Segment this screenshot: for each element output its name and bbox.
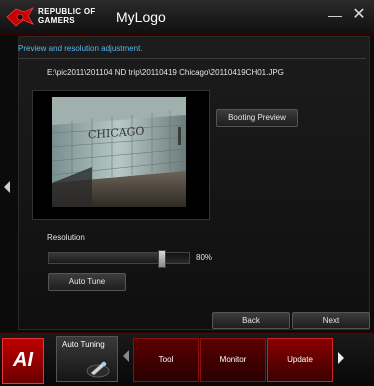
resolution-slider-thumb[interactable] <box>158 250 166 268</box>
auto-tuning-button[interactable]: Auto Tuning <box>56 336 118 382</box>
brand-line-1: REPUBLIC OF <box>38 7 96 16</box>
auto-tune-button[interactable]: Auto Tune <box>48 273 126 291</box>
brand-text: REPUBLIC OF GAMERS <box>38 7 96 25</box>
ai-suite-logo-icon[interactable]: AI <box>2 338 44 384</box>
auto-tuning-label: Auto Tuning <box>62 340 105 349</box>
resolution-slider[interactable] <box>48 250 190 268</box>
wrench-icon <box>86 361 110 378</box>
collapse-left-arrow-icon[interactable] <box>2 180 12 194</box>
minimize-button[interactable]: — <box>326 6 344 24</box>
resolution-slider-fill <box>49 253 161 263</box>
section-divider <box>18 58 366 59</box>
brand-line-2: GAMERS <box>38 16 75 25</box>
scroll-right-arrow-icon[interactable] <box>336 350 346 366</box>
resolution-label: Resolution <box>47 233 85 242</box>
mylogo-window: REPUBLIC OF GAMERS MyLogo — ✕ Preview an… <box>0 0 374 386</box>
tab-tool[interactable]: Tool <box>133 338 199 382</box>
tab-update[interactable]: Update <box>267 338 333 382</box>
next-button[interactable]: Next <box>292 312 370 329</box>
title-bar[interactable]: REPUBLIC OF GAMERS MyLogo — ✕ <box>0 0 374 35</box>
booting-preview-button[interactable]: Booting Preview <box>216 109 298 127</box>
scroll-left-arrow-icon[interactable] <box>121 348 131 364</box>
tab-monitor[interactable]: Monitor <box>200 338 266 382</box>
file-path: E:\pic2011\201104 ND trip\20110419 Chica… <box>47 68 284 77</box>
resolution-value: 80% <box>196 253 213 262</box>
app-title: MyLogo <box>116 9 166 25</box>
back-button[interactable]: Back <box>212 312 290 329</box>
close-button[interactable]: ✕ <box>350 6 368 24</box>
rog-logo-icon <box>6 7 34 27</box>
preview-image: CHICAGO <box>52 97 186 207</box>
section-title: Preview and resolution adjustment. <box>18 44 143 53</box>
